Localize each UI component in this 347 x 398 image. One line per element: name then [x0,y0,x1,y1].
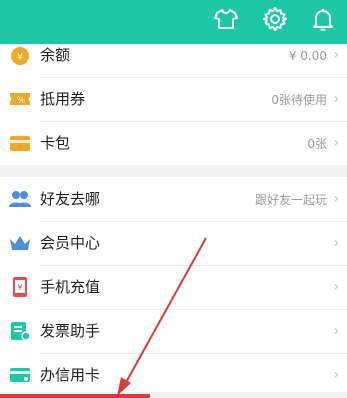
section-gap [0,165,347,177]
svg-text:¥: ¥ [17,52,23,63]
friends-icon [9,188,31,210]
menu-row-balance[interactable]: ¥ 余额 ¥ 0.00 › [0,33,347,77]
menu-row-card-wallet[interactable]: 卡包 0张 › [0,121,347,165]
coupon-icon: % [9,88,31,110]
menu-value: ¥ 0.00 [288,49,327,63]
shirt-icon[interactable] [213,6,239,32]
menu-label: 好友去哪 [40,190,101,208]
menu-row-credit-card[interactable]: 办信用卡 › [0,353,347,397]
menu-label: 发票助手 [40,322,101,340]
menu-row-phone-topup[interactable]: ¥ 手机充值 › [0,265,347,309]
card-wallet-icon [9,132,31,154]
menu-value: 0张待使用 [271,93,327,107]
crown-icon [9,232,31,254]
chevron-right-icon: › [333,47,339,63]
chevron-right-icon: › [333,323,339,339]
credit-card-icon [9,364,31,386]
chevron-right-icon: › [333,91,339,107]
menu-label: 办信用卡 [40,366,101,384]
menu-value: 跟好友一起玩 [254,193,327,207]
gear-icon[interactable] [262,6,288,32]
chevron-right-icon: › [333,135,339,151]
chevron-right-icon: › [333,191,339,207]
bell-icon[interactable] [310,6,336,32]
chevron-right-icon: › [333,367,339,383]
menu-value: 0张 [307,137,327,151]
invoice-icon [9,320,31,342]
phone-topup-icon: ¥ [9,276,31,298]
menu-label: 会员中心 [40,234,101,252]
svg-text:¥: ¥ [17,283,22,292]
menu-row-invoice[interactable]: 发票助手 › [0,309,347,353]
menu-label: 余额 [40,46,71,64]
menu-label: 手机充值 [40,278,101,296]
menu-row-friends[interactable]: 好友去哪 跟好友一起玩 › [0,177,347,221]
money-bag-icon: ¥ [9,44,31,66]
bottom-highlight-strip [0,394,150,398]
menu-row-membership[interactable]: 会员中心 › [0,221,347,265]
chevron-right-icon: › [333,235,339,251]
menu-label: 抵用券 [40,90,86,108]
chevron-right-icon: › [333,279,339,295]
menu-row-coupons[interactable]: % 抵用券 0张待使用 › [0,77,347,121]
menu-label: 卡包 [40,134,71,152]
svg-text:%: % [17,96,26,106]
